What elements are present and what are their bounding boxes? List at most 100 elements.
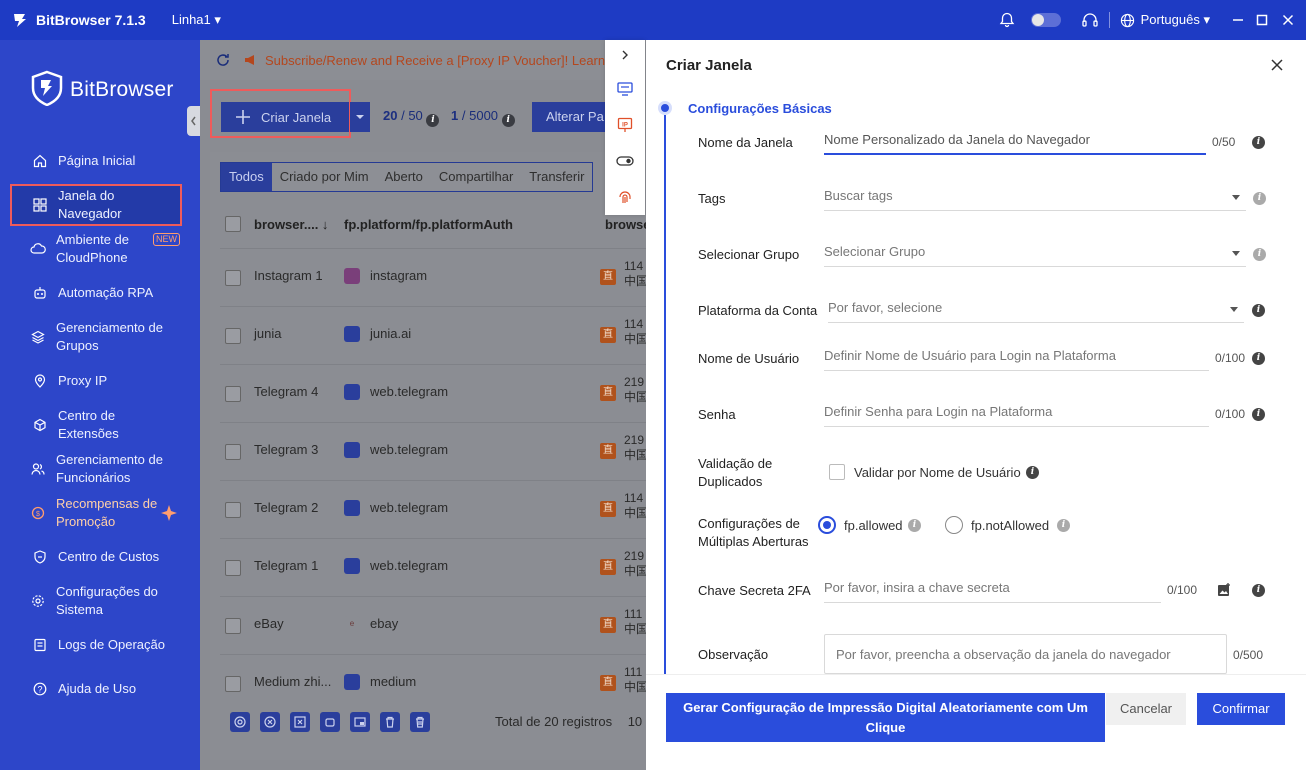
tab-shared[interactable]: Compartilhar (431, 163, 521, 191)
info-icon[interactable]: i (501, 114, 515, 127)
minimize-icon[interactable] (1232, 14, 1244, 26)
info-icon[interactable]: i (1252, 408, 1265, 421)
info-icon[interactable]: i (1252, 304, 1265, 317)
language-selector[interactable]: Português ▾ (1141, 12, 1210, 28)
tab-all[interactable]: Todos (221, 163, 272, 191)
sidebar-item-costs[interactable]: Centro de Custos (10, 547, 182, 567)
headset-icon[interactable] (1081, 12, 1099, 28)
row-checkbox[interactable] (225, 559, 241, 576)
sidebar-item-groups[interactable]: Gerenciamento de Grupos (10, 319, 182, 355)
cancel-button[interactable]: Cancelar (1106, 693, 1186, 725)
sidebar-item-rpa[interactable]: Automação RPA (10, 283, 182, 303)
row-checkbox[interactable] (225, 269, 241, 286)
trash-icon[interactable] (410, 712, 430, 732)
column-header-platform[interactable]: fp.platform/fp.platformAuth (344, 217, 513, 232)
platform-label: Plataforma da Conta (698, 303, 818, 318)
info-icon[interactable]: i (426, 114, 440, 127)
layers-icon (30, 329, 46, 345)
sidebar-item-extensions[interactable]: Centro de Extensões (10, 407, 182, 443)
alter-button[interactable]: Alterar Pa (532, 102, 612, 132)
sidebar-item-proxy-ip[interactable]: Proxy IP (10, 371, 182, 391)
allowed-radio[interactable] (818, 516, 836, 534)
sidebar-item-settings[interactable]: Configurações do Sistema (10, 583, 182, 619)
row-ip: 219 中国 (624, 433, 648, 463)
toggle-icon[interactable] (616, 152, 634, 170)
username-input[interactable]: Definir Nome de Usuário para Login na Pl… (824, 345, 1209, 371)
select-all-checkbox[interactable] (225, 216, 241, 232)
info-icon[interactable]: i (1252, 136, 1265, 149)
tags-placeholder: Buscar tags (824, 188, 893, 203)
row-checkbox[interactable] (225, 617, 241, 634)
info-icon[interactable]: i (1253, 192, 1266, 205)
theme-toggle[interactable] (1030, 13, 1061, 27)
close-window-icon[interactable] (1282, 14, 1294, 26)
refresh-icon[interactable] (215, 52, 231, 68)
sidebar-item-cloudphone[interactable]: Ambiente de CloudPhone NEW (10, 231, 182, 267)
create-window-dropdown[interactable] (350, 102, 370, 132)
info-icon[interactable]: i (908, 519, 921, 532)
tab-transfer[interactable]: Transferir (521, 163, 592, 191)
password-input[interactable]: Definir Senha para Login na Plataforma (824, 401, 1209, 427)
info-icon[interactable]: i (1057, 519, 1070, 532)
robot-icon[interactable] (320, 712, 340, 732)
window-name-input[interactable]: Nome Personalizado da Janela do Navegado… (824, 129, 1206, 155)
row-ip-address: 114 (624, 259, 644, 273)
info-icon[interactable]: i (1252, 584, 1265, 597)
sidebar-item-help[interactable]: ? Ajuda de Uso (10, 679, 182, 699)
sidebar-item-logs[interactable]: Logs de Operação (10, 635, 182, 655)
validate-username-checkbox[interactable] (829, 464, 845, 480)
row-ip: 111 中国 (624, 665, 648, 695)
group-select[interactable]: Selecionar Grupo (824, 241, 1246, 267)
sidebar-item-rewards[interactable]: $ Recompensas de Promoção (10, 495, 182, 531)
info-icon[interactable]: i (1253, 248, 1266, 261)
column-header-browser[interactable]: browse (605, 217, 651, 232)
secret-2fa-input[interactable]: Por favor, insira a chave secreta (824, 577, 1161, 603)
chevron-right-icon[interactable] (616, 46, 634, 64)
tab-created-by-me[interactable]: Criado por Mim (272, 163, 377, 191)
image-add-icon[interactable] (1217, 583, 1231, 600)
close-box-icon[interactable] (290, 712, 310, 732)
ip-type-badge: 直 (600, 675, 616, 691)
sidebar-item-employees[interactable]: Gerenciamento de Funcionários (10, 451, 182, 487)
row-name: Telegram 2 (254, 500, 319, 515)
tags-select[interactable]: Buscar tags (824, 185, 1246, 211)
create-window-button[interactable]: Criar Janela (221, 102, 349, 132)
chrome-icon[interactable] (230, 712, 250, 732)
monitor-icon[interactable] (616, 80, 634, 98)
close-icon[interactable] (1270, 58, 1284, 72)
ip-type-badge: 直 (600, 385, 616, 401)
random-fingerprint-button[interactable]: Gerar Configuração de Impressão Digital … (666, 693, 1105, 742)
trash-restore-icon[interactable] (380, 712, 400, 732)
remark-textarea[interactable]: Por favor, preencha a observação da jane… (824, 634, 1227, 674)
fingerprint-icon[interactable] (616, 188, 634, 206)
row-checkbox[interactable] (225, 327, 241, 344)
sidebar-item-label: Automação RPA (58, 285, 154, 300)
tab-open[interactable]: Aberto (377, 163, 431, 191)
confirm-button[interactable]: Confirmar (1197, 693, 1285, 725)
password-placeholder: Definir Senha para Login na Plataforma (824, 404, 1053, 419)
maximize-icon[interactable] (1256, 14, 1268, 26)
globe-icon[interactable] (1120, 13, 1135, 28)
ip-icon[interactable]: IP (616, 116, 634, 134)
row-checkbox[interactable] (225, 675, 241, 692)
platform-select[interactable]: Por favor, selecione (828, 297, 1244, 323)
notice-text[interactable]: Subscribe/Renew and Receive a [Proxy IP … (265, 53, 620, 68)
sidebar-item-home[interactable]: Página Inicial (10, 151, 182, 171)
workspace-selector[interactable]: Linha1 ▾ (172, 12, 221, 28)
link-icon (344, 674, 360, 690)
total-records: Total de 20 registros 10 p (495, 714, 653, 729)
row-checkbox[interactable] (225, 501, 241, 518)
row-platform: web.telegram (370, 500, 449, 515)
row-checkbox[interactable] (225, 385, 241, 402)
window-icon[interactable] (350, 712, 370, 732)
info-icon[interactable]: i (1026, 466, 1039, 479)
bell-icon[interactable] (999, 12, 1015, 28)
info-icon[interactable]: i (1252, 352, 1265, 365)
sidebar-item-browser-window[interactable]: Janela do Navegador (10, 184, 182, 226)
close-all-icon[interactable] (260, 712, 280, 732)
not-allowed-radio[interactable] (945, 516, 963, 534)
row-checkbox[interactable] (225, 443, 241, 460)
column-header-name[interactable]: browser.... ↓ (254, 217, 328, 232)
window-count: 20 (383, 108, 398, 123)
sidebar-collapse-handle[interactable] (187, 106, 200, 136)
